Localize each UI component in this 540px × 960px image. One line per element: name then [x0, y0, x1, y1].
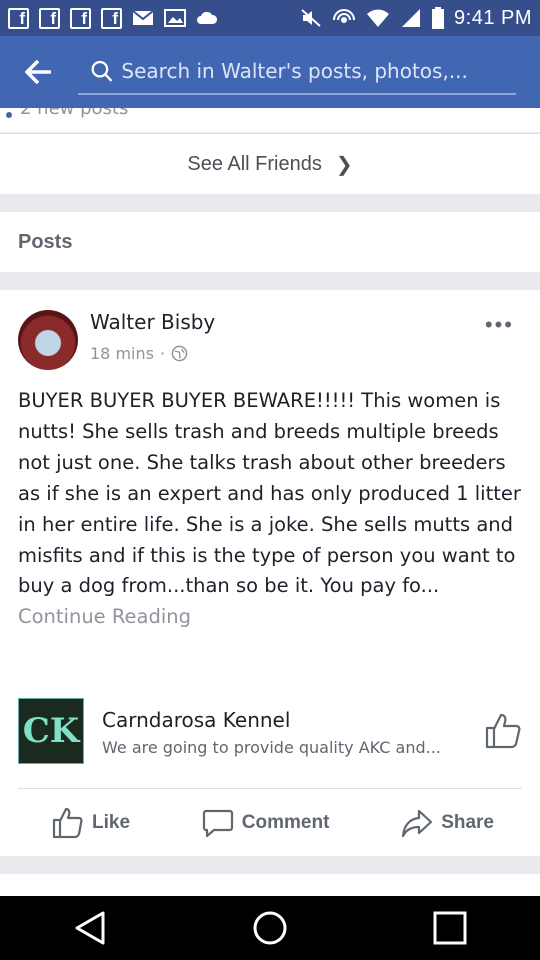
- mail-icon: [132, 10, 154, 25]
- globe-icon: [171, 345, 188, 362]
- new-indicator-dot: [6, 112, 12, 118]
- page-description: We are going to provide quality AKC and.…: [102, 738, 441, 757]
- back-button[interactable]: [0, 36, 78, 108]
- search-icon: [91, 60, 113, 82]
- nav-back-button[interactable]: [58, 896, 122, 960]
- app-header: [0, 36, 540, 108]
- post-body: BUYER BUYER BUYER BEWARE!!!!! This women…: [18, 386, 526, 633]
- triangle-back-icon: [75, 911, 105, 945]
- facebook-notification-icon: f: [70, 7, 91, 29]
- new-posts-indicator: 2 new posts: [0, 108, 540, 132]
- image-icon: [164, 9, 186, 27]
- nav-home-button[interactable]: [238, 896, 302, 960]
- mute-icon: [301, 9, 321, 27]
- shared-page-link[interactable]: CK Carndarosa Kennel We are going to pro…: [18, 698, 526, 766]
- status-bar: f f f f 9:41 PM: [0, 0, 540, 36]
- post-meta: 18 mins ·: [90, 344, 188, 363]
- comment-icon: [202, 809, 233, 837]
- see-all-friends-button[interactable]: See All Friends ❯: [0, 133, 540, 194]
- posts-section-title: Posts: [0, 212, 540, 272]
- hotspot-icon: [333, 9, 356, 23]
- page-name[interactable]: Carndarosa Kennel: [102, 708, 290, 732]
- post-card: Walter Bisby 18 mins · ••• BUYER BUYER B…: [0, 290, 540, 856]
- chevron-right-icon: ❯: [335, 153, 353, 176]
- share-button[interactable]: Share: [401, 807, 494, 839]
- share-label: Share: [441, 811, 494, 833]
- notification-icons: f f f f: [8, 7, 218, 29]
- post-time[interactable]: 18 mins: [90, 344, 154, 363]
- signal-icon: [402, 9, 421, 27]
- post-options-icon[interactable]: •••: [485, 312, 514, 338]
- like-icon: [52, 807, 83, 838]
- comment-label: Comment: [241, 811, 330, 833]
- post-action-bar: Like Comment Share: [18, 788, 522, 856]
- posts-title: Posts: [18, 230, 73, 253]
- search-input[interactable]: [121, 59, 516, 83]
- android-nav-bar: [0, 896, 540, 960]
- nav-recents-button[interactable]: [418, 896, 482, 960]
- see-all-friends-label: See All Friends: [187, 152, 322, 175]
- next-post-card: [0, 874, 540, 896]
- facebook-notification-icon: f: [101, 7, 122, 29]
- circle-home-icon: [253, 911, 287, 945]
- facebook-notification-icon: f: [39, 7, 60, 29]
- square-recents-icon: [433, 911, 467, 945]
- system-status: 9:41 PM: [300, 7, 532, 30]
- status-time: 9:41 PM: [454, 6, 532, 29]
- post-author[interactable]: Walter Bisby: [90, 310, 215, 334]
- page-logo: CK: [18, 698, 84, 764]
- battery-icon: [432, 7, 445, 29]
- page-like-icon[interactable]: [484, 712, 522, 750]
- post-body-text: BUYER BUYER BUYER BEWARE!!!!! This women…: [18, 389, 521, 598]
- facebook-notification-icon: f: [8, 7, 29, 29]
- like-button[interactable]: Like: [52, 807, 130, 839]
- wifi-icon: [367, 9, 390, 27]
- back-arrow-icon: [25, 59, 51, 85]
- cloud-icon: [197, 11, 218, 24]
- share-icon: [402, 809, 433, 837]
- continue-reading-link[interactable]: Continue Reading: [18, 605, 191, 628]
- avatar[interactable]: [18, 310, 78, 370]
- new-posts-label: 2 new posts: [20, 108, 129, 119]
- like-label: Like: [92, 811, 131, 833]
- search-bar[interactable]: [78, 49, 516, 95]
- meta-separator: ·: [159, 344, 166, 363]
- comment-button[interactable]: Comment: [202, 807, 330, 839]
